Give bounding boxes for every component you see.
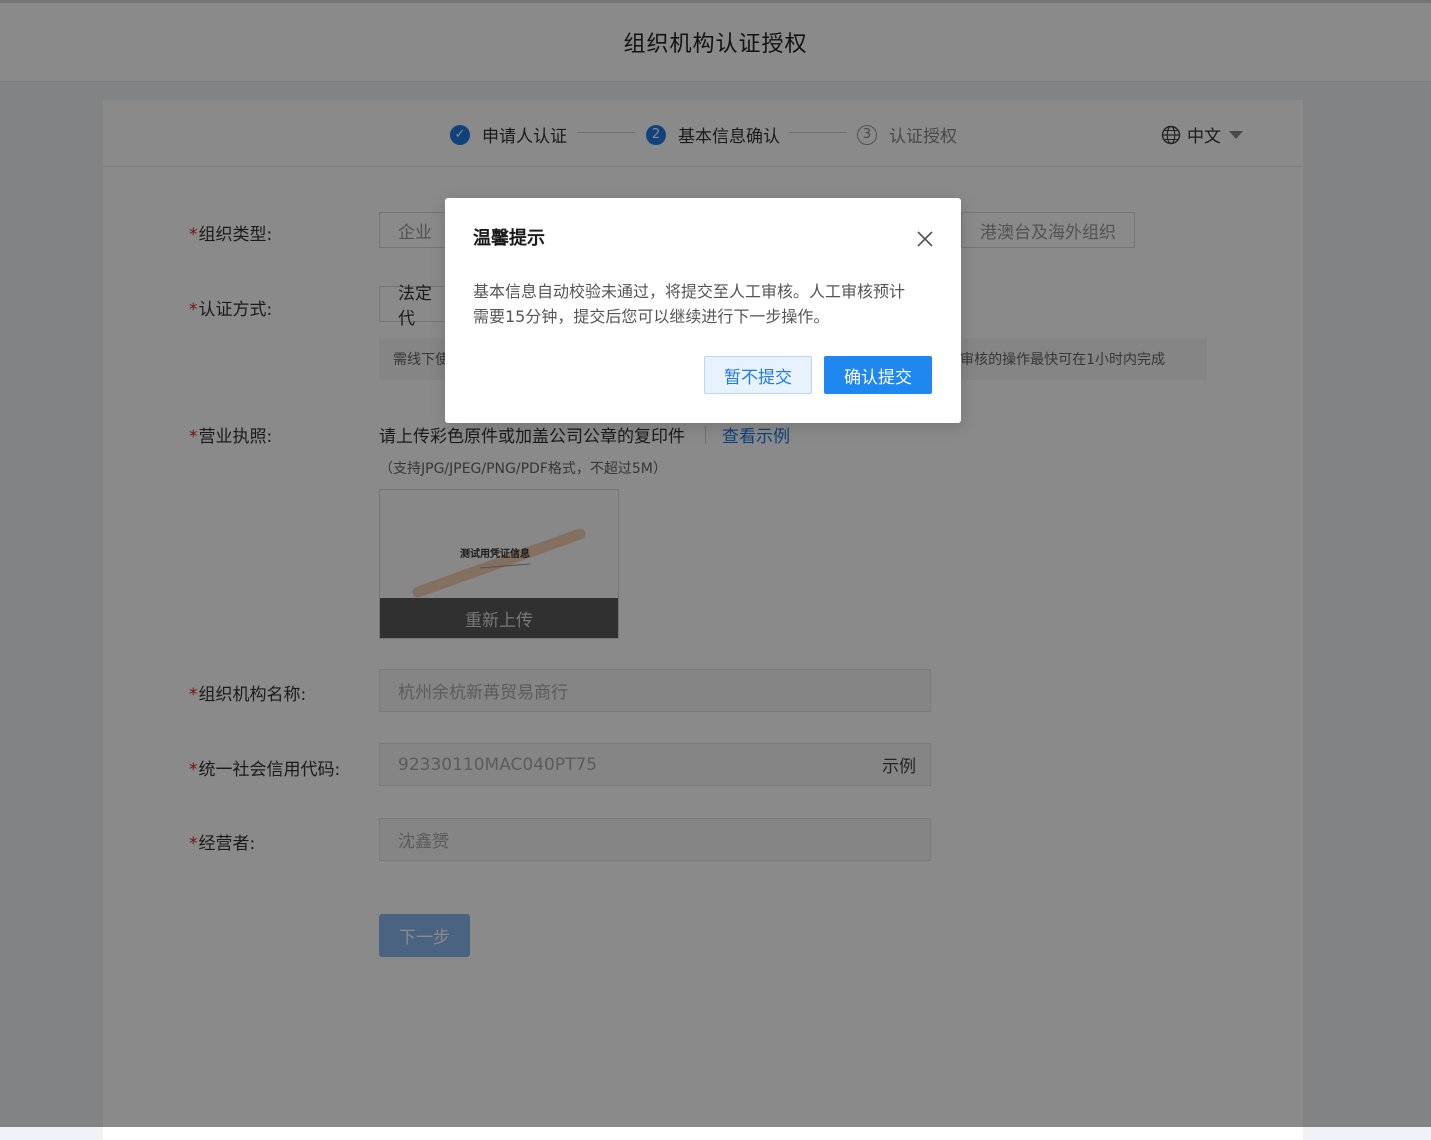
close-icon[interactable] bbox=[913, 227, 937, 251]
dialog-title: 温馨提示 bbox=[473, 228, 545, 249]
dialog-message: 基本信息自动校验未通过，将提交至人工审核。人工审核预计 需要15分钟，提交后您可… bbox=[473, 282, 906, 326]
confirm-submit-button[interactable]: 确认提交 bbox=[824, 356, 932, 394]
cancel-submit-button[interactable]: 暂不提交 bbox=[704, 356, 812, 394]
modal-overlay[interactable] bbox=[0, 0, 1431, 1127]
warning-dialog: 温馨提示 基本信息自动校验未通过，将提交至人工审核。人工审核预计 需要15分钟，… bbox=[445, 198, 961, 423]
